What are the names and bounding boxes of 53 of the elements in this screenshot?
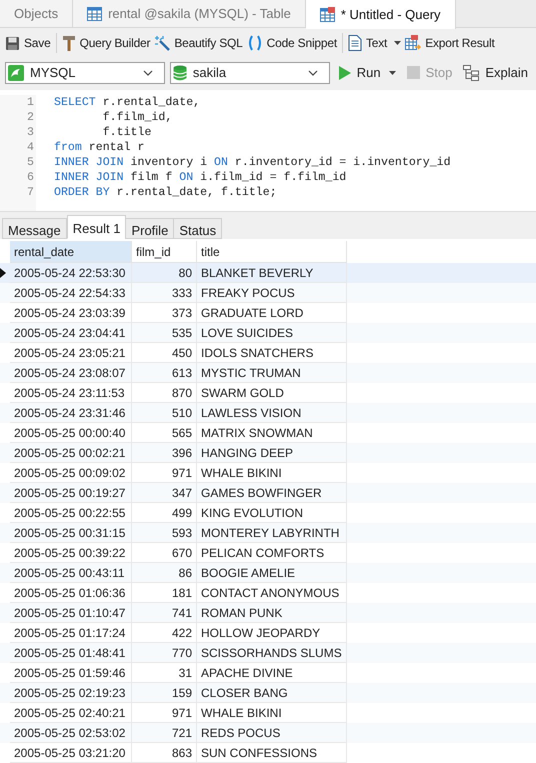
table-export-icon [405, 35, 422, 52]
code-line: SELECT r.rental_date, [54, 94, 202, 110]
code-line: f.film_id, [102, 110, 174, 125]
line-number: 3 [27, 124, 34, 140]
column-header[interactable]: rental_date [10, 241, 132, 263]
line-number: 6 [27, 170, 34, 185]
table-cell: 2005-05-25 03:21:20 [10, 743, 132, 763]
code-line: ORDER BY r.rental_date, f.title; [54, 184, 278, 200]
line-number: 5 [27, 154, 34, 170]
query-icon [320, 7, 335, 22]
run-control-button[interactable]: Explain [460, 60, 531, 85]
code-line: INNER JOIN inventory i ON r.inventory_id = i.inventory_id [54, 154, 451, 170]
document-icon [348, 35, 362, 52]
dropdown-arrow-icon [388, 70, 396, 75]
result-tab[interactable]: Result 1 [66, 215, 126, 239]
dolphin-icon [8, 64, 24, 81]
result-tab[interactable]: Profile [125, 218, 174, 239]
magic-wand-icon [154, 35, 170, 52]
toolbar-button[interactable]: Export Result [403, 31, 497, 56]
column-header[interactable]: title [197, 241, 347, 263]
database-icon [172, 64, 187, 81]
code-line: INNER JOIN film f ON i.film_id = f.film_id [54, 170, 348, 185]
connection-select[interactable]: MYSQL [5, 62, 165, 84]
diagram-icon [463, 64, 480, 81]
sql-editor[interactable] [0, 90, 536, 212]
line-number: 7 [27, 184, 34, 200]
table-cell: 863 [132, 743, 197, 763]
document-tab[interactable]: Objects [0, 0, 74, 27]
line-number: 4 [27, 140, 34, 155]
stop-icon [406, 66, 420, 80]
line-number: 1 [27, 94, 34, 110]
document-tab[interactable]: rental @sakila (MYSQL) - Table [73, 0, 306, 27]
toolbar-button[interactable]: Save [3, 31, 53, 56]
toolbar-button[interactable]: Query Builder [60, 31, 152, 56]
column-header[interactable]: film_id [132, 241, 197, 263]
result-tab[interactable]: Status [173, 218, 222, 239]
code-line: f.title [102, 124, 152, 140]
table-icon [87, 6, 102, 21]
toolbar-button[interactable]: Text [346, 31, 404, 56]
table-cell: SUN CONFESSIONS [197, 743, 347, 763]
result-tab[interactable]: Message [2, 218, 67, 239]
hammer-icon [62, 35, 76, 52]
dropdown-arrow-icon [394, 41, 402, 46]
toolbar-button[interactable]: Code Snippet [244, 31, 339, 56]
toolbar-button[interactable]: Beautify SQL [152, 31, 245, 56]
document-tab[interactable]: * Untitled - Query [306, 0, 456, 29]
current-row-icon [0, 268, 6, 278]
database-select[interactable]: sakila [170, 62, 330, 84]
code-line: from rental r [54, 140, 146, 155]
play-icon [338, 66, 351, 80]
parentheses-icon [246, 35, 263, 52]
run-control-button[interactable]: Run [334, 60, 399, 85]
line-number: 2 [27, 110, 34, 125]
